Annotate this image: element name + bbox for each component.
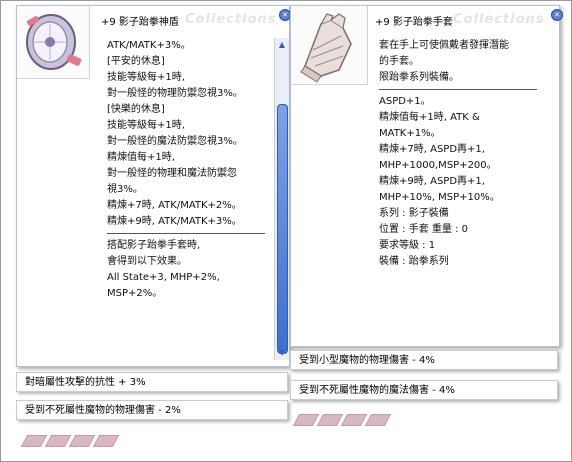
undead-magic-bar: 受到不死屬性魔物的魔法傷害 - 4%: [290, 380, 558, 400]
shield-tooltip-window: +9 影子跆拳神盾 Collections ✕ ATK/MATK+3%。 [平安的…: [16, 5, 291, 367]
watermark: Collections: [453, 12, 545, 27]
shield-scrollbar[interactable]: ▲ ▼: [274, 38, 289, 360]
shield-title: +9 影子跆拳神盾: [101, 17, 179, 28]
shield-description: ATK/MATK+3%。 [平安的休息] 技能等級每+1時, 對一般怪的物理防禦忽視3…: [107, 38, 265, 302]
glove-description: 套在手上可使佩戴者發揮潛能 的手套。限跆拳系列裝備。 ASPD+1。精煉值每+1時,…: [379, 38, 537, 270]
shadow-shield-icon: [26, 14, 82, 70]
description-line: All State+3, MHP+2%,: [107, 272, 220, 283]
resist-dark-bar: 對暗屬性攻擊的抗性 + 3%: [16, 372, 288, 392]
description-line: 要求等級 : 1: [379, 240, 436, 251]
description-line: 精煉值每+1時, ATK &: [379, 112, 480, 123]
description-line: 對一般怪的物理防禦忽視3%。: [107, 88, 243, 99]
description-line: MSP+2%。: [107, 288, 163, 299]
description-line: 精煉+7時, ASPD再+1,: [379, 144, 485, 155]
undead-physical-bar: 受到不死屬性魔物的物理傷害 - 2%: [16, 400, 288, 420]
description-line: 技能等級每+1時,: [107, 120, 185, 131]
description-line: 的手套。: [379, 56, 419, 67]
description-line: MHP+10%, MSP+10%。: [379, 192, 500, 203]
shield-icon-box: [17, 6, 90, 79]
description-line: MHP+1000,MSP+200。: [379, 160, 497, 171]
description-line: 裝備 : 跆拳系列: [379, 256, 449, 267]
description-line: 系列 : 影子裝備: [379, 208, 449, 219]
watermark: Collections: [185, 12, 277, 27]
description-line: 位置 : 手套 重量 : 0: [379, 224, 468, 235]
description-line: ASPD+1。: [379, 96, 431, 107]
description-line: ATK/MATK+3%。: [107, 40, 191, 51]
glove-icon-box: [291, 6, 368, 85]
description-line: 套在手上可使佩戴者發揮潛能: [379, 40, 509, 51]
description-line: 精煉+9時, ATK/MATK+3%。: [107, 216, 242, 227]
description-line: 精煉+9時, ASPD再+1,: [379, 176, 485, 187]
description-line: 精煉+7時, ATK/MATK+2%。: [107, 200, 242, 211]
description-line: 技能等級每+1時,: [107, 72, 185, 83]
glove-title: +9 影子跆拳手套: [375, 17, 453, 28]
description-line: MATK+1%。: [379, 128, 441, 139]
description-line: 對一般怪的魔法防禦忽視3%。: [107, 136, 243, 147]
description-line: 限跆拳系列裝備。: [379, 72, 459, 83]
description-line: [快樂的休息]: [107, 104, 165, 115]
description-line: 對一般怪的物理和魔法防禦忽: [107, 168, 237, 179]
description-line: 會得到以下效果。: [107, 256, 187, 267]
close-icon[interactable]: ✕: [551, 9, 563, 21]
description-line: 精煉值每+1時,: [107, 152, 175, 163]
glove-tooltip-window: +9 影子跆拳手套 Collections ✕ 套在手上可使佩戴者發揮潛能 的手套…: [290, 5, 563, 347]
scroll-up-icon[interactable]: ▲: [276, 40, 288, 50]
scroll-thumb[interactable]: [277, 104, 288, 354]
description-line: [平安的休息]: [107, 56, 165, 67]
description-line: 搭配影子跆拳手套時,: [107, 240, 201, 251]
description-line: 視3%。: [107, 184, 143, 195]
small-monster-bar: 受到小型魔物的物理傷害 - 4%: [290, 350, 558, 370]
section-divider: [379, 86, 537, 94]
shadow-glove-icon: [300, 13, 352, 83]
section-divider: [107, 230, 265, 238]
scroll-down-icon[interactable]: ▼: [276, 348, 288, 358]
